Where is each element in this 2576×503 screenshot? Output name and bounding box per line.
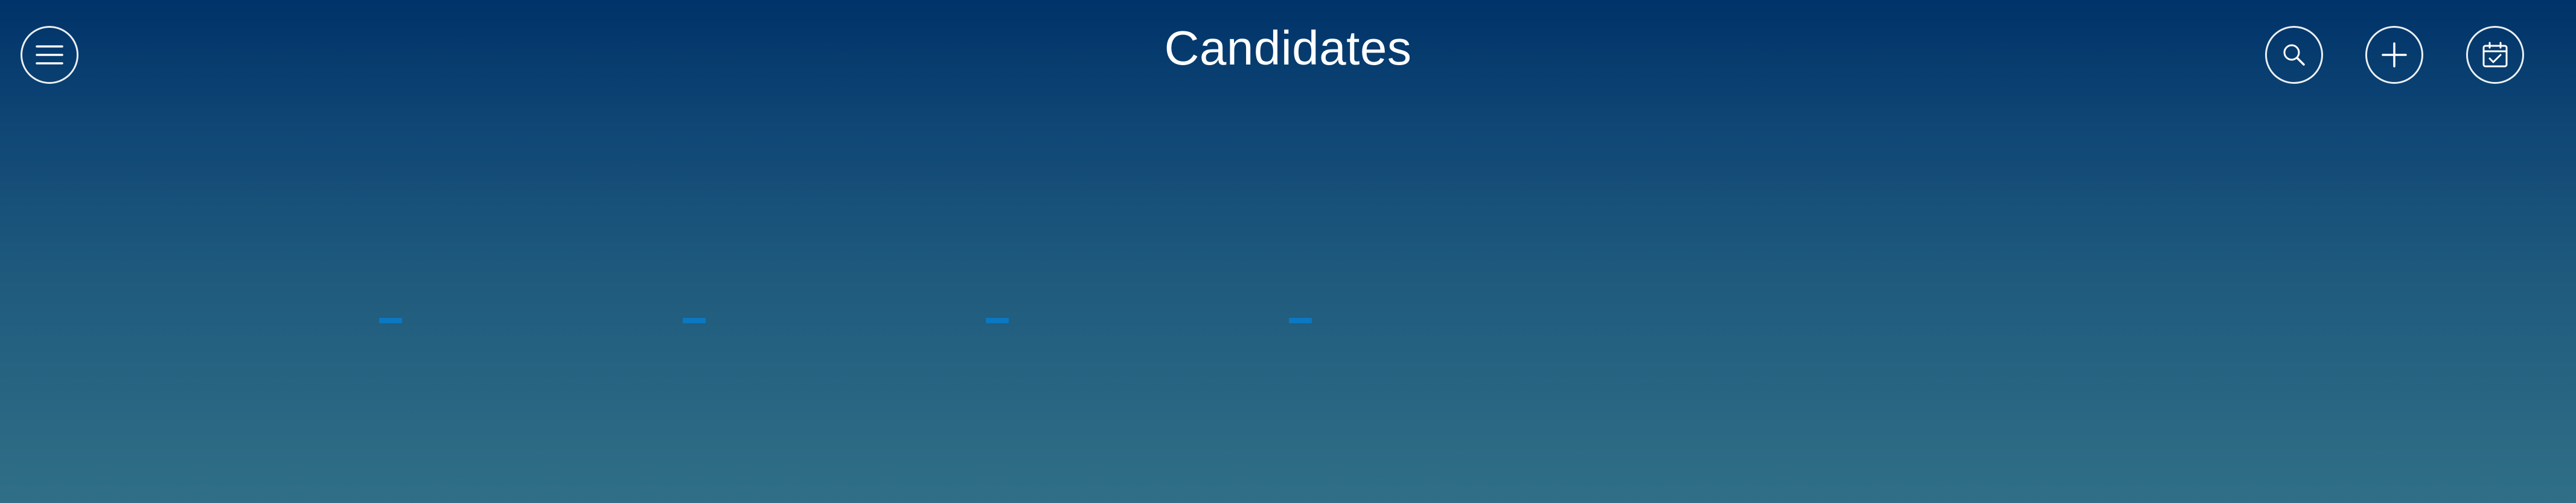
loading-indicator <box>379 318 1315 324</box>
plus-icon <box>2382 42 2407 68</box>
add-button[interactable] <box>2365 26 2423 84</box>
loading-dash <box>986 318 1009 323</box>
search-icon <box>2283 44 2305 66</box>
loading-dash <box>1289 318 1312 323</box>
page-title: Candidates <box>1164 21 1412 75</box>
calendar-check-icon <box>2482 42 2508 68</box>
loading-dash <box>379 318 402 323</box>
loading-dash <box>683 318 706 323</box>
calendar-button[interactable] <box>2466 26 2524 84</box>
app-header: Candidates <box>0 0 2576 109</box>
search-button[interactable] <box>2265 26 2323 84</box>
